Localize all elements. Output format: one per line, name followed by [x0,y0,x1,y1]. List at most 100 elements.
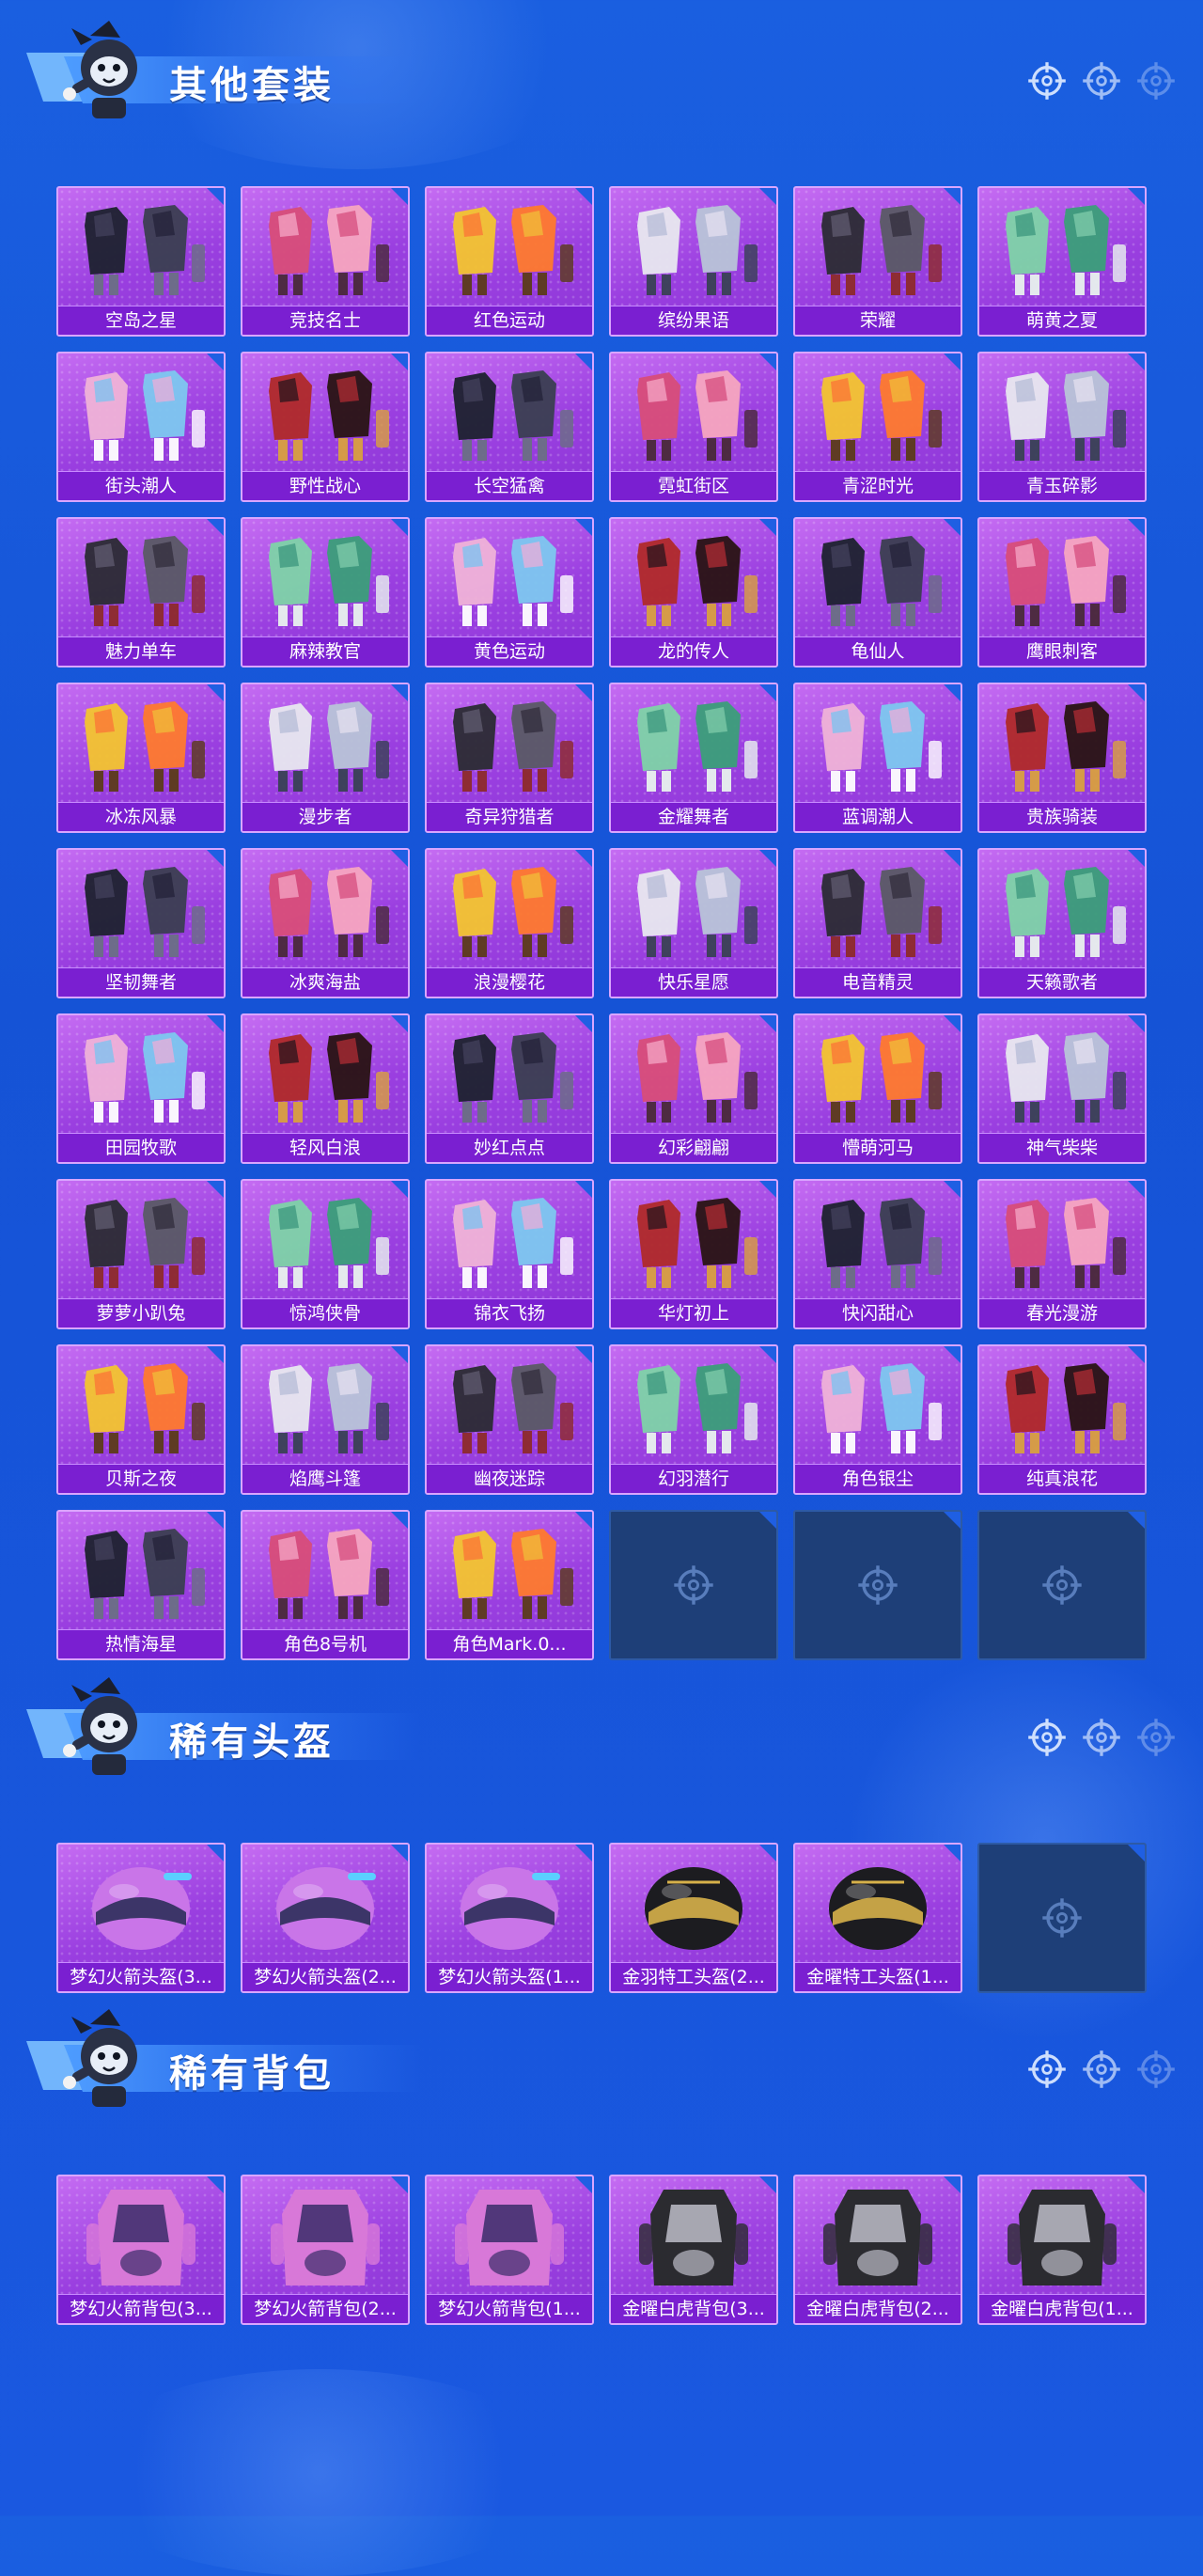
item-label: 妙红点点 [427,1133,592,1162]
item-label: 金曜特工头盔(1... [795,1962,961,1991]
item-card[interactable]: 懵萌河马 [793,1013,962,1164]
section-title: 稀有头盔 [169,1720,335,1764]
item-card[interactable]: 红色运动 [425,186,594,337]
item-card[interactable]: 长空猛禽 [425,352,594,502]
item-card[interactable]: 梦幻火箭头盔(3... [56,1843,226,1993]
item-card[interactable]: 田园牧歌 [56,1013,226,1164]
item-card[interactable]: 萝萝小趴兔 [56,1179,226,1329]
item-card[interactable]: 麻辣教官 [241,517,410,668]
item-label: 龙的传人 [611,636,776,666]
item-card[interactable]: 快乐星愿 [609,848,778,998]
item-card[interactable]: 梦幻火箭背包(2... [241,2175,410,2325]
item-card[interactable]: 金羽特工头盔(2... [609,1843,778,1993]
item-card[interactable]: 街头潮人 [56,352,226,502]
item-card[interactable]: 萌黄之夏 [977,186,1147,337]
item-card[interactable]: 缤纷果语 [609,186,778,337]
item-card[interactable]: 纯真浪花 [977,1344,1147,1495]
item-label: 萝萝小趴兔 [58,1298,224,1327]
item-card[interactable]: 金耀舞者 [609,683,778,833]
item-label: 街头潮人 [58,471,224,500]
item-card[interactable]: 幽夜迷踪 [425,1344,594,1495]
item-card[interactable]: 鹰眼刺客 [977,517,1147,668]
item-card[interactable]: 华灯初上 [609,1179,778,1329]
item-label: 浪漫樱花 [427,967,592,997]
item-card[interactable]: 锦衣飞扬 [425,1179,594,1329]
crosshair-decoration [1026,60,1177,103]
item-card[interactable]: 贵族骑装 [977,683,1147,833]
item-label: 鹰眼刺客 [979,636,1145,666]
item-card[interactable]: 蓝调潮人 [793,683,962,833]
item-label: 坚韧舞者 [58,967,224,997]
item-card[interactable]: 天籁歌者 [977,848,1147,998]
item-card[interactable]: 竞技名士 [241,186,410,337]
item-card[interactable]: 黄色运动 [425,517,594,668]
item-card[interactable]: 梦幻火箭头盔(1... [425,1843,594,1993]
item-label: 华灯初上 [611,1298,776,1327]
item-card[interactable]: 惊鸿侠骨 [241,1179,410,1329]
item-label: 春光漫游 [979,1298,1145,1327]
item-card[interactable]: 龟仙人 [793,517,962,668]
item-card[interactable]: 漫步者 [241,683,410,833]
item-card[interactable]: 电音精灵 [793,848,962,998]
item-card[interactable]: 金曜白虎背包(2... [793,2175,962,2325]
item-card[interactable]: 春光漫游 [977,1179,1147,1329]
item-label: 快闪甜心 [795,1298,961,1327]
item-card[interactable]: 快闪甜心 [793,1179,962,1329]
section-header: 稀有背包 [26,2007,1177,2111]
item-label: 梦幻火箭背包(2... [242,2294,408,2323]
item-label: 魅力单车 [58,636,224,666]
item-card[interactable]: 冰冻风暴 [56,683,226,833]
item-card[interactable]: 梦幻火箭背包(1... [425,2175,594,2325]
item-label: 梦幻火箭背包(3... [58,2294,224,2323]
item-card[interactable]: 青玉碎影 [977,352,1147,502]
item-card[interactable]: 金曜白虎背包(1... [977,2175,1147,2325]
item-card[interactable]: 龙的传人 [609,517,778,668]
item-grid: 梦幻火箭头盔(3... 梦幻火箭头盔(2... 梦幻火箭头盔(1... 金羽特工… [56,1843,1147,2008]
mascot-icon [55,19,158,122]
item-card[interactable]: 角色银尘 [793,1344,962,1495]
item-card[interactable]: 金曜特工头盔(1... [793,1843,962,1993]
item-card[interactable]: 金曜白虎背包(3... [609,2175,778,2325]
item-card[interactable]: 魅力单车 [56,517,226,668]
item-card[interactable]: 梦幻火箭背包(3... [56,2175,226,2325]
item-card[interactable]: 神气柴柴 [977,1013,1147,1164]
item-card[interactable]: 贝斯之夜 [56,1344,226,1495]
item-card[interactable]: 浪漫樱花 [425,848,594,998]
item-label: 贝斯之夜 [58,1464,224,1493]
mascot-icon [55,2007,158,2111]
item-label: 竞技名士 [242,306,408,335]
item-card[interactable]: 角色Mark.0... [425,1510,594,1660]
item-grid: 空岛之星 竞技名士 红色运动 缤纷果语 荣耀 萌黄之夏 街头潮人 野性战心 长空… [56,186,1147,1675]
item-label: 金羽特工头盔(2... [611,1962,776,1991]
item-card[interactable]: 妙红点点 [425,1013,594,1164]
empty-slot [609,1510,778,1660]
empty-slot [793,1510,962,1660]
item-card[interactable]: 幻羽潜行 [609,1344,778,1495]
item-card[interactable]: 空岛之星 [56,186,226,337]
item-label: 快乐星愿 [611,967,776,997]
item-card[interactable]: 冰爽海盐 [241,848,410,998]
item-card[interactable]: 坚韧舞者 [56,848,226,998]
item-label: 青玉碎影 [979,471,1145,500]
item-card[interactable]: 轻风白浪 [241,1013,410,1164]
item-label: 冰冻风暴 [58,802,224,831]
item-card[interactable]: 梦幻火箭头盔(2... [241,1843,410,1993]
item-card[interactable]: 野性战心 [241,352,410,502]
item-card[interactable]: 奇异狩猎者 [425,683,594,833]
item-card[interactable]: 霓虹街区 [609,352,778,502]
item-card[interactable]: 青涩时光 [793,352,962,502]
item-label: 黄色运动 [427,636,592,666]
item-label: 青涩时光 [795,471,961,500]
item-card[interactable]: 焰鹰斗篷 [241,1344,410,1495]
item-card[interactable]: 角色8号机 [241,1510,410,1660]
item-label: 纯真浪花 [979,1464,1145,1493]
crosshair-decoration [1026,2049,1177,2092]
item-card[interactable]: 热情海星 [56,1510,226,1660]
item-label: 幽夜迷踪 [427,1464,592,1493]
item-label: 神气柴柴 [979,1133,1145,1162]
item-label: 霓虹街区 [611,471,776,500]
item-label: 萌黄之夏 [979,306,1145,335]
item-label: 惊鸿侠骨 [242,1298,408,1327]
item-card[interactable]: 荣耀 [793,186,962,337]
item-card[interactable]: 幻彩翩翩 [609,1013,778,1164]
